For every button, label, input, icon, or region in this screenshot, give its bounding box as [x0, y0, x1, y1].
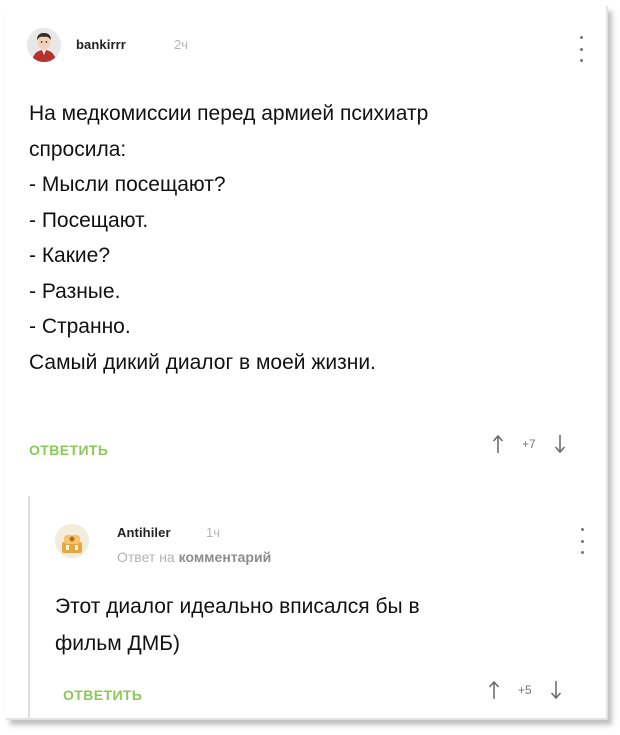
- avatar[interactable]: [27, 28, 61, 62]
- author-name[interactable]: bankirrr: [76, 37, 126, 52]
- reply-prefix: Ответ на: [117, 549, 175, 565]
- reply-comment: Antihiler 1ч Ответ на комментарий Этот д…: [26, 502, 606, 718]
- upvote-arrow-icon[interactable]: [488, 680, 500, 700]
- author-name[interactable]: Antihiler: [117, 525, 171, 540]
- more-vertical-icon[interactable]: [576, 36, 586, 62]
- avatar[interactable]: [55, 524, 89, 558]
- vote-controls: +5: [488, 680, 562, 700]
- score: +5: [518, 683, 532, 697]
- vote-controls: +7: [492, 434, 566, 454]
- reply-button[interactable]: ОТВЕТИТЬ: [63, 687, 142, 703]
- comment: bankirrr 2ч На медкомиссии перед армией …: [6, 6, 606, 476]
- timestamp: 2ч: [174, 37, 189, 52]
- comment-text: Этот диалог идеально вписался бы в фильм…: [55, 595, 420, 655]
- reply-target-link[interactable]: комментарий: [179, 549, 272, 565]
- comment-thread: bankirrr 2ч На медкомиссии перед армией …: [6, 6, 608, 720]
- upvote-arrow-icon[interactable]: [492, 434, 504, 454]
- downvote-arrow-icon[interactable]: [550, 680, 562, 700]
- reply-to-meta: Ответ на комментарий: [117, 549, 271, 565]
- timestamp: 1ч: [206, 525, 221, 540]
- score: +7: [522, 437, 536, 451]
- downvote-arrow-icon[interactable]: [554, 434, 566, 454]
- reply-button[interactable]: ОТВЕТИТЬ: [29, 442, 108, 458]
- comment-text: На медкомиссии перед армией психиатр спр…: [29, 102, 429, 374]
- more-vertical-icon[interactable]: [577, 528, 587, 554]
